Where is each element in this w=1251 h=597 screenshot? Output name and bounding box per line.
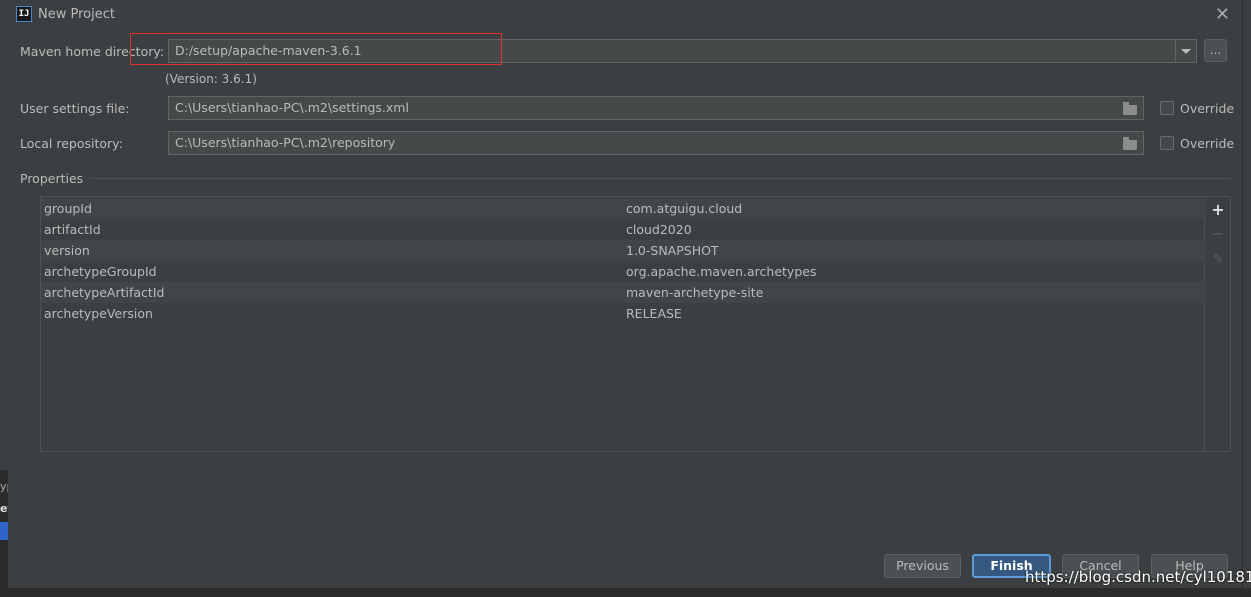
annotation-highlight-box <box>130 33 502 65</box>
watermark-text: https://blog.csdn.net/cyl101816 <box>1025 568 1251 586</box>
folder-icon[interactable] <box>1123 102 1137 115</box>
remove-icon[interactable]: − <box>1211 226 1225 242</box>
override-repository-label: Override <box>1180 136 1235 151</box>
property-key: archetypeVersion <box>44 306 153 321</box>
property-key: archetypeArtifactId <box>44 285 165 300</box>
title-bar: IJ New Project ✕ <box>8 0 1242 28</box>
override-settings-label: Override <box>1180 101 1235 116</box>
edit-icon[interactable]: ✎ <box>1211 253 1225 267</box>
property-key: archetypeGroupId <box>44 264 157 279</box>
user-settings-input[interactable]: C:\Users\tianhao-PC\.m2\settings.xml <box>168 96 1144 120</box>
property-value: cloud2020 <box>626 222 692 237</box>
properties-toolbar: + − ✎ <box>1205 196 1231 452</box>
local-repository-input[interactable]: C:\Users\tianhao-PC\.m2\repository <box>168 131 1144 155</box>
previous-button[interactable]: Previous <box>884 554 961 578</box>
local-repository-label: Local repository: <box>20 136 123 151</box>
chevron-down-icon[interactable] <box>1175 39 1197 63</box>
maven-version-label: (Version: 3.6.1) <box>165 72 257 86</box>
properties-title: Properties <box>20 171 84 186</box>
property-key: groupId <box>44 201 92 216</box>
property-value: 1.0-SNAPSHOT <box>626 243 719 258</box>
close-icon[interactable]: ✕ <box>1215 4 1230 25</box>
browse-maven-home-button[interactable]: ... <box>1204 39 1227 62</box>
property-value: com.atguigu.cloud <box>626 201 743 216</box>
background-window-fragment: yp et <box>0 470 14 597</box>
properties-divider <box>90 178 1231 179</box>
table-row[interactable]: version 1.0-SNAPSHOT <box>41 240 1206 261</box>
user-settings-label: User settings file: <box>20 101 130 116</box>
property-key: version <box>44 243 90 258</box>
table-row[interactable]: artifactId cloud2020 <box>41 219 1206 240</box>
table-row[interactable]: archetypeArtifactId maven-archetype-site <box>41 282 1206 303</box>
override-settings-checkbox[interactable] <box>1160 101 1174 115</box>
new-project-dialog: IJ New Project ✕ Maven home directory: D… <box>8 0 1243 588</box>
properties-table: groupId com.atguigu.cloud artifactId clo… <box>40 196 1206 452</box>
property-value: RELEASE <box>626 306 682 321</box>
background-selection <box>0 522 8 540</box>
property-value: org.apache.maven.archetypes <box>626 264 817 279</box>
intellij-icon: IJ <box>16 6 32 22</box>
window-title: New Project <box>38 7 115 22</box>
property-key: artifactId <box>44 222 101 237</box>
override-repository-checkbox[interactable] <box>1160 136 1174 150</box>
table-row[interactable]: archetypeGroupId org.apache.maven.archet… <box>41 261 1206 282</box>
table-row[interactable]: groupId com.atguigu.cloud <box>41 198 1206 219</box>
property-value: maven-archetype-site <box>626 285 764 300</box>
folder-icon[interactable] <box>1123 137 1137 150</box>
table-row[interactable]: archetypeVersion RELEASE <box>41 303 1206 324</box>
add-icon[interactable]: + <box>1211 202 1225 218</box>
background-window-fragment <box>0 588 1251 597</box>
